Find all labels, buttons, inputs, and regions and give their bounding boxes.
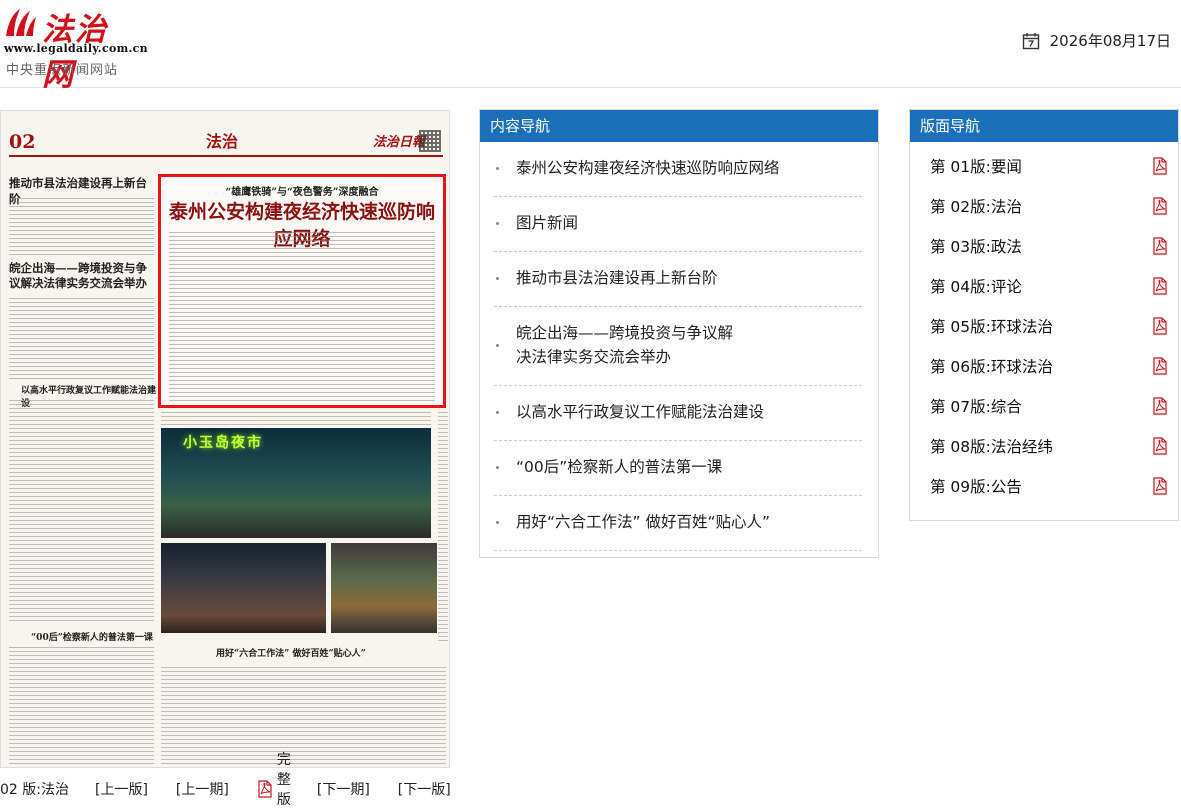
text-block: [9, 399, 154, 621]
logo-url: www.legaldaily.com.cn: [4, 42, 148, 55]
text-block: [161, 411, 431, 425]
bullet-icon: [496, 167, 499, 170]
photo-sign-text: 小玉岛夜市: [183, 435, 263, 451]
content-nav-panel: 内容导航 泰州公安构建夜经济快速巡防响应网络 图片新闻 推动市县法治建设再上新台…: [479, 109, 879, 558]
pdf-icon: [258, 780, 272, 798]
prev-issue-link[interactable]: [上一期]: [176, 779, 229, 799]
layout-nav-item-label[interactable]: 第 03版:政法: [930, 235, 1022, 257]
layout-nav-item[interactable]: 第 03版:政法: [930, 226, 1168, 266]
content-nav-item[interactable]: 以高水平行政复议工作赋能法治建设: [494, 386, 862, 441]
headline-kicker: “雄鹰铁骑”与“夜色警务”深度融合: [225, 187, 379, 198]
qr-code-icon: [419, 130, 441, 152]
content-nav-item[interactable]: 推动市县法治建设再上新台阶: [494, 252, 862, 307]
current-page-label: 02 版:法治: [0, 782, 69, 798]
content-nav-item[interactable]: 用好“六合工作法” 做好百姓“贴心人”: [494, 496, 862, 551]
newspaper-page-image[interactable]: 02 法治 法治日報 推动市县法治建设再上新台阶 皖企出海——跨境投资与争议解决…: [0, 110, 450, 768]
calendar-icon: [1022, 32, 1039, 49]
content-nav-item[interactable]: 皖企出海——跨境投资与争议解决法律实务交流会举办: [494, 307, 862, 386]
article-link-cross-border[interactable]: 皖企出海——跨境投资与争议解决法律实务交流会举办: [9, 261, 154, 291]
next-issue-link[interactable]: [下一期]: [317, 779, 370, 799]
layout-nav-item[interactable]: 第 04版:评论: [930, 266, 1168, 306]
newspaper-brand: 法治日報: [373, 135, 426, 150]
lantern-photo[interactable]: [331, 543, 437, 633]
layout-nav-panel: 版面导航 第 01版:要闻 第 02版:法治 第 03版:政法 第 04版:评论…: [909, 109, 1179, 521]
bullet-icon: [496, 411, 499, 414]
content-nav-item[interactable]: 图片新闻: [494, 197, 862, 252]
page-number: 02: [9, 131, 36, 153]
layout-nav-item-label[interactable]: 第 08版:法治经纬: [930, 435, 1053, 457]
layout-nav-item-label[interactable]: 第 09版:公告: [930, 475, 1022, 497]
layout-nav-item[interactable]: 第 05版:环球法治: [930, 306, 1168, 346]
pdf-icon[interactable]: [1152, 277, 1168, 295]
content-nav-item[interactable]: 泰州公安构建夜经济快速巡防响应网络: [494, 142, 862, 197]
content-nav-item-label: 以高水平行政复议工作赋能法治建设: [516, 403, 765, 421]
text-block: [9, 646, 154, 764]
pdf-icon[interactable]: [1152, 437, 1168, 455]
pdf-icon[interactable]: [1152, 197, 1168, 215]
layout-nav-item-label[interactable]: 第 02版:法治: [930, 195, 1022, 217]
bullet-icon: [496, 521, 499, 524]
site-header: 法治网 www.legaldaily.com.cn 中央重点新闻网站 2026年…: [0, 0, 1181, 93]
content-nav-list: 泰州公安构建夜经济快速巡防响应网络 图片新闻 推动市县法治建设再上新台阶 皖企出…: [480, 142, 878, 551]
content-nav-title: 内容导航: [480, 110, 878, 142]
bullet-icon: [496, 277, 499, 280]
text-block: [9, 195, 154, 255]
next-page-link[interactable]: [下一版]: [398, 779, 451, 799]
page-section: 法治: [206, 132, 239, 151]
night-market-photo[interactable]: 小玉岛夜市: [161, 428, 431, 538]
page-pager: 02 版:法治 [上一版] [上一期] 完整版面 [下一期] [下一版]: [0, 752, 460, 808]
pdf-icon[interactable]: [1152, 317, 1168, 335]
content-nav-item[interactable]: “00后”检察新人的普法第一课: [494, 441, 862, 496]
article-link-six-methods[interactable]: 用好“六合工作法” 做好百姓“贴心人”: [216, 646, 446, 659]
street-crowd-photo[interactable]: [161, 543, 326, 633]
bullet-icon: [496, 344, 499, 347]
content-nav-item-label: 皖企出海——跨境投资与争议解决法律实务交流会举办: [516, 324, 734, 366]
date-display: 2026年08月17日: [1022, 30, 1171, 51]
content-nav-item-label: “00后”检察新人的普法第一课: [516, 458, 723, 476]
layout-nav-item-label[interactable]: 第 06版:环球法治: [930, 355, 1053, 377]
full-pdf-label: 完整版面: [276, 752, 291, 808]
caption-block: [438, 411, 448, 641]
text-block: [161, 664, 446, 764]
text-block: [9, 297, 154, 379]
logo-slogan: 中央重点新闻网站: [6, 63, 119, 78]
logo-emblem-icon: [6, 9, 36, 36]
pdf-icon[interactable]: [1152, 397, 1168, 415]
content-nav-item-label: 用好“六合工作法” 做好百姓“贴心人”: [516, 513, 771, 531]
layout-nav-item-label[interactable]: 第 07版:综合: [930, 395, 1022, 417]
highlighted-article-box[interactable]: “雄鹰铁骑”与“夜色警务”深度融合 泰州公安构建夜经济快速巡防响应网络: [158, 174, 446, 408]
content-nav-item-label: 推动市县法治建设再上新台阶: [516, 269, 718, 287]
pdf-icon[interactable]: [1152, 477, 1168, 495]
full-pdf-link[interactable]: 完整版面: [257, 749, 291, 810]
pdf-icon[interactable]: [1152, 237, 1168, 255]
pdf-icon[interactable]: [1152, 157, 1168, 175]
prev-page-link[interactable]: [上一版]: [95, 779, 148, 799]
layout-nav-item-label[interactable]: 第 01版:要闻: [930, 155, 1022, 177]
layout-nav-item[interactable]: 第 06版:环球法治: [930, 346, 1168, 386]
newspaper-masthead: 02 法治 法治日報: [1, 111, 449, 155]
layout-nav-item[interactable]: 第 08版:法治经纬: [930, 426, 1168, 466]
pdf-icon[interactable]: [1152, 357, 1168, 375]
layout-nav-item[interactable]: 第 02版:法治: [930, 186, 1168, 226]
date-text: 2026年08月17日: [1049, 32, 1171, 50]
layout-nav-item[interactable]: 第 01版:要闻: [930, 146, 1168, 186]
layout-nav-item-label[interactable]: 第 05版:环球法治: [930, 315, 1053, 337]
bullet-icon: [496, 466, 499, 469]
content-nav-item-label: 图片新闻: [516, 214, 579, 232]
site-logo[interactable]: 法治网 www.legaldaily.com.cn 中央重点新闻网站: [2, 6, 148, 93]
content-nav-item-label: 泰州公安构建夜经济快速巡防响应网络: [516, 159, 780, 177]
layout-nav-list: 第 01版:要闻 第 02版:法治 第 03版:政法 第 04版:评论 第 05…: [910, 142, 1178, 506]
layout-nav-item[interactable]: 第 07版:综合: [930, 386, 1168, 426]
bullet-icon: [496, 222, 499, 225]
layout-nav-item[interactable]: 第 09版:公告: [930, 466, 1168, 506]
text-block: [169, 229, 435, 401]
layout-nav-title: 版面导航: [910, 110, 1178, 142]
layout-nav-item-label[interactable]: 第 04版:评论: [930, 275, 1022, 297]
article-link-prosecutor[interactable]: “00后”检察新人的普法第一课: [31, 630, 156, 643]
masthead-rule: [9, 155, 443, 157]
